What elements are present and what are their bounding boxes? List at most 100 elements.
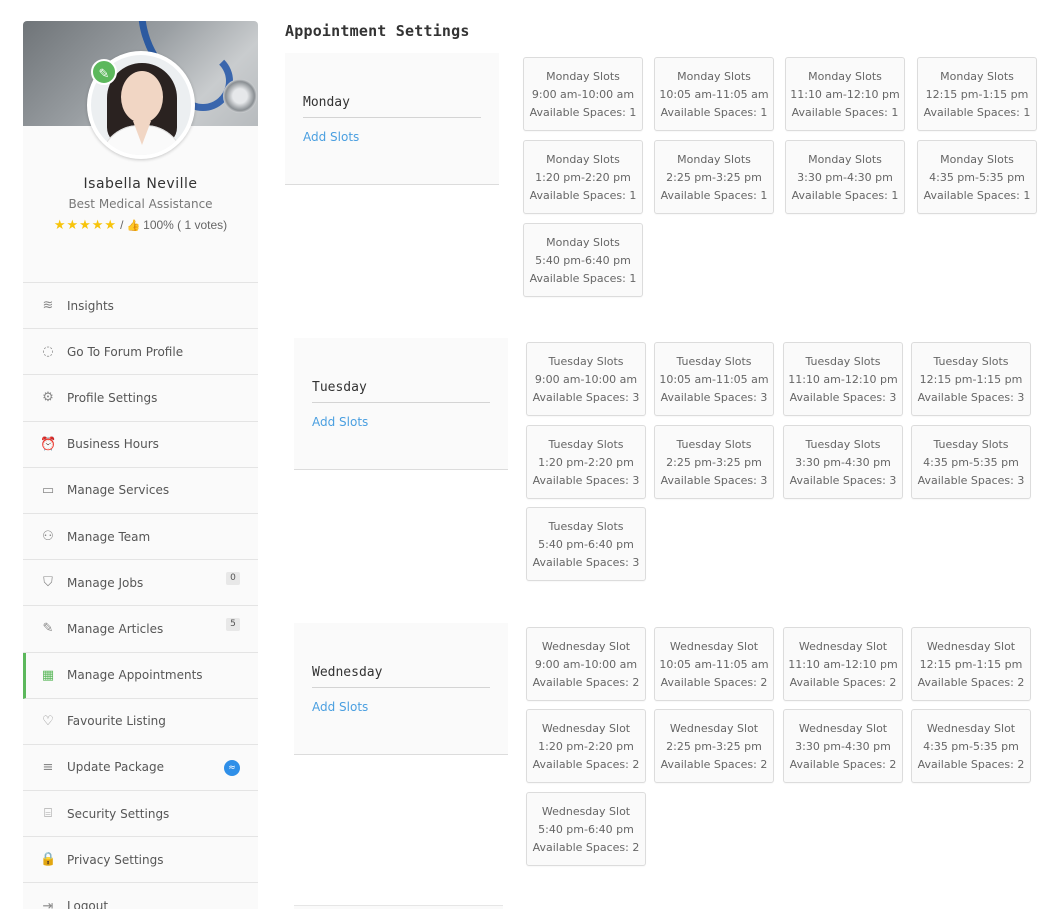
sidebar-item-privacy-settings[interactable]: 🔒 Privacy Settings (23, 837, 258, 884)
slot-time: 12:15 pm-1:15 pm (919, 658, 1023, 671)
sidebar-item-label: Manage Jobs (67, 575, 144, 590)
slot-spaces: Available Spaces: 1 (529, 272, 637, 285)
add-slots-link[interactable]: Add Slots (303, 130, 359, 144)
slot-card-tuesday[interactable]: Tuesday Slots 3:30 pm-4:30 pm Available Sp… (783, 425, 903, 499)
slot-title: Wednesday Slot (798, 640, 888, 653)
slot-card-tuesday[interactable]: Tuesday Slots 5:40 pm-6:40 pm Available Sp… (526, 507, 646, 581)
sidebar-item-favourite-listing[interactable]: ♡ Favourite Listing (23, 699, 258, 745)
slot-card-monday[interactable]: Monday Slots 1:20 pm-2:20 pm Available Spa… (523, 140, 643, 214)
slot-card-tuesday[interactable]: Tuesday Slots 2:25 pm-3:25 pm Available Sp… (654, 425, 774, 499)
sidebar-item-logout[interactable]: ⇥ Logout (23, 883, 258, 909)
slot-card-wednesday[interactable]: Wednesday Slot 1:20 pm-2:20 pm Available S… (526, 709, 646, 783)
slot-time: 1:20 pm-2:20 pm (535, 171, 631, 184)
slot-title: Monday Slots (808, 153, 882, 166)
rating-stars: ★★★★★ (53, 217, 118, 232)
briefcase-icon: ▭ (41, 482, 55, 498)
slot-spaces: Available Spaces: 3 (532, 391, 640, 404)
sidebar-item-manage-team[interactable]: ⚇ Manage Team (23, 514, 258, 561)
slot-card-tuesday[interactable]: Tuesday Slots 12:15 pm-1:15 pm Available S… (911, 342, 1031, 416)
rating-text: 100% ( 1 votes) (143, 218, 228, 232)
slot-spaces: Available Spaces: 1 (660, 106, 768, 119)
slot-time: 10:05 am-11:05 am (659, 658, 769, 671)
day-card-partial (294, 905, 503, 909)
slot-spaces: Available Spaces: 1 (791, 106, 899, 119)
slot-card-tuesday[interactable]: Tuesday Slots 1:20 pm-2:20 pm Available Sp… (526, 425, 646, 499)
slot-card-monday[interactable]: Monday Slots 3:30 pm-4:30 pm Available Spa… (785, 140, 905, 214)
sidebar-nav: ≋ Insights ◌ Go To Forum Profile ⚙ Profile Se… (23, 283, 258, 909)
sidebar-item-label: Insights (67, 298, 114, 313)
slot-card-tuesday[interactable]: Tuesday Slots 11:10 am-12:10 pm Available … (783, 342, 903, 416)
slot-card-wednesday[interactable]: Wednesday Slot 4:35 pm-5:35 pm Available S… (911, 709, 1031, 783)
slot-title: Wednesday Slot (926, 640, 1016, 653)
slot-time: 5:40 pm-6:40 pm (538, 538, 634, 551)
gear-icon: ⚙ (42, 390, 54, 406)
slot-title: Wednesday Slot (541, 805, 631, 818)
slot-card-monday[interactable]: Monday Slots 9:00 am-10:00 am Available Sp… (523, 57, 643, 131)
shop-icon: ⌸ (44, 806, 52, 822)
slot-card-monday[interactable]: Monday Slots 5:40 pm-6:40 pm Available Spa… (523, 223, 643, 297)
slot-time: 11:10 am-12:10 pm (788, 658, 898, 671)
dashboard-sidebar: ✎ Isabella Neville Best Medical Assistan… (23, 21, 258, 909)
slot-title: Monday Slots (677, 70, 751, 83)
slot-card-wednesday[interactable]: Wednesday Slot 2:25 pm-3:25 pm Available S… (654, 709, 774, 783)
slot-card-monday[interactable]: Monday Slots 4:35 pm-5:35 pm Available Spa… (917, 140, 1037, 214)
sidebar-item-manage-jobs[interactable]: ⛉ Manage Jobs 0 (23, 560, 258, 607)
slot-card-monday[interactable]: Monday Slots 2:25 pm-3:25 pm Available Spa… (654, 140, 774, 214)
slot-spaces: Available Spaces: 3 (660, 474, 768, 487)
rating-separator: / (120, 218, 124, 232)
slot-time: 4:35 pm-5:35 pm (923, 740, 1019, 753)
edit-profile-pencil-icon[interactable]: ✎ (91, 59, 117, 85)
sidebar-item-label: Business Hours (67, 437, 159, 452)
slot-card-wednesday[interactable]: Wednesday Slot 12:15 pm-1:15 pm Available … (911, 627, 1031, 701)
slot-time: 4:35 pm-5:35 pm (929, 171, 1025, 184)
slot-card-monday[interactable]: Monday Slots 10:05 am-11:05 am Available S… (654, 57, 774, 131)
sidebar-item-security-settings[interactable]: ⌸ Security Settings (23, 791, 258, 838)
sidebar-item-business-hours[interactable]: ⏰ Business Hours (23, 422, 258, 468)
slot-time: 9:00 am-10:00 am (534, 373, 638, 386)
slot-card-wednesday[interactable]: Wednesday Slot 9:00 am-10:00 am Available … (526, 627, 646, 701)
slot-spaces: Available Spaces: 2 (789, 758, 897, 771)
sidebar-item-manage-services[interactable]: ▭ Manage Services (23, 468, 258, 514)
slot-card-monday[interactable]: Monday Slots 12:15 pm-1:15 pm Available Sp… (917, 57, 1037, 131)
slot-time: 2:25 pm-3:25 pm (666, 171, 762, 184)
slot-card-tuesday[interactable]: Tuesday Slots 4:35 pm-5:35 pm Available Sp… (911, 425, 1031, 499)
slot-time: 11:10 am-12:10 pm (790, 88, 900, 101)
sidebar-item-label: Privacy Settings (67, 852, 164, 867)
slot-time: 10:05 am-11:05 am (659, 373, 769, 386)
slot-spaces: Available Spaces: 1 (923, 189, 1031, 202)
slot-card-tuesday[interactable]: Tuesday Slots 10:05 am-11:05 am Available … (654, 342, 774, 416)
slot-card-wednesday[interactable]: Wednesday Slot 3:30 pm-4:30 pm Available S… (783, 709, 903, 783)
slot-card-wednesday[interactable]: Wednesday Slot 11:10 am-12:10 pm Available… (783, 627, 903, 701)
sidebar-item-insights[interactable]: ≋ Insights (23, 283, 258, 330)
sidebar-item-label: Favourite Listing (67, 714, 166, 729)
sidebar-item-manage-appointments[interactable]: ▦ Manage Appointments (23, 652, 258, 699)
slot-card-monday[interactable]: Monday Slots 11:10 am-12:10 pm Available S… (785, 57, 905, 131)
sidebar-item-label: Go To Forum Profile (67, 344, 184, 359)
slot-card-wednesday[interactable]: Wednesday Slot 10:05 am-11:05 am Available… (654, 627, 774, 701)
slot-card-tuesday[interactable]: Tuesday Slots 9:00 am-10:00 am Available S… (526, 342, 646, 416)
sidebar-item-manage-articles[interactable]: ✎ Manage Articles 5 (23, 606, 258, 653)
profile-subtitle: Best Medical Assistance (68, 197, 213, 211)
slot-title: Tuesday Slots (676, 438, 752, 451)
sidebar-item-label: Logout (67, 899, 109, 909)
day-card-monday: Monday Add Slots (285, 53, 499, 185)
chat-icon: ◌ (42, 344, 54, 360)
slot-spaces: Available Spaces: 3 (917, 391, 1025, 404)
add-slots-link[interactable]: Add Slots (312, 415, 368, 429)
slot-title: Wednesday Slot (926, 722, 1016, 735)
slot-title: Wednesday Slot (669, 640, 759, 653)
day-card-tuesday: Tuesday Add Slots (294, 338, 508, 470)
add-slots-link[interactable]: Add Slots (312, 700, 368, 714)
slot-spaces: Available Spaces: 3 (789, 474, 897, 487)
slot-spaces: Available Spaces: 3 (917, 474, 1025, 487)
sidebar-item-update-package[interactable]: ≡ Update Package ≈ (23, 745, 258, 792)
sidebar-item-profile-settings[interactable]: ⚙ Profile Settings (23, 375, 258, 422)
slot-title: Monday Slots (940, 153, 1014, 166)
slot-title: Tuesday Slots (805, 438, 881, 451)
slot-time: 1:20 pm-2:20 pm (538, 456, 634, 469)
sidebar-item-go-to-forum-profile[interactable]: ◌ Go To Forum Profile (23, 329, 258, 376)
slot-time: 11:10 am-12:10 pm (788, 373, 898, 386)
sidebar-item-label: Manage Services (67, 483, 170, 498)
slot-title: Monday Slots (677, 153, 751, 166)
slot-card-wednesday[interactable]: Wednesday Slot 5:40 pm-6:40 pm Available S… (526, 792, 646, 866)
